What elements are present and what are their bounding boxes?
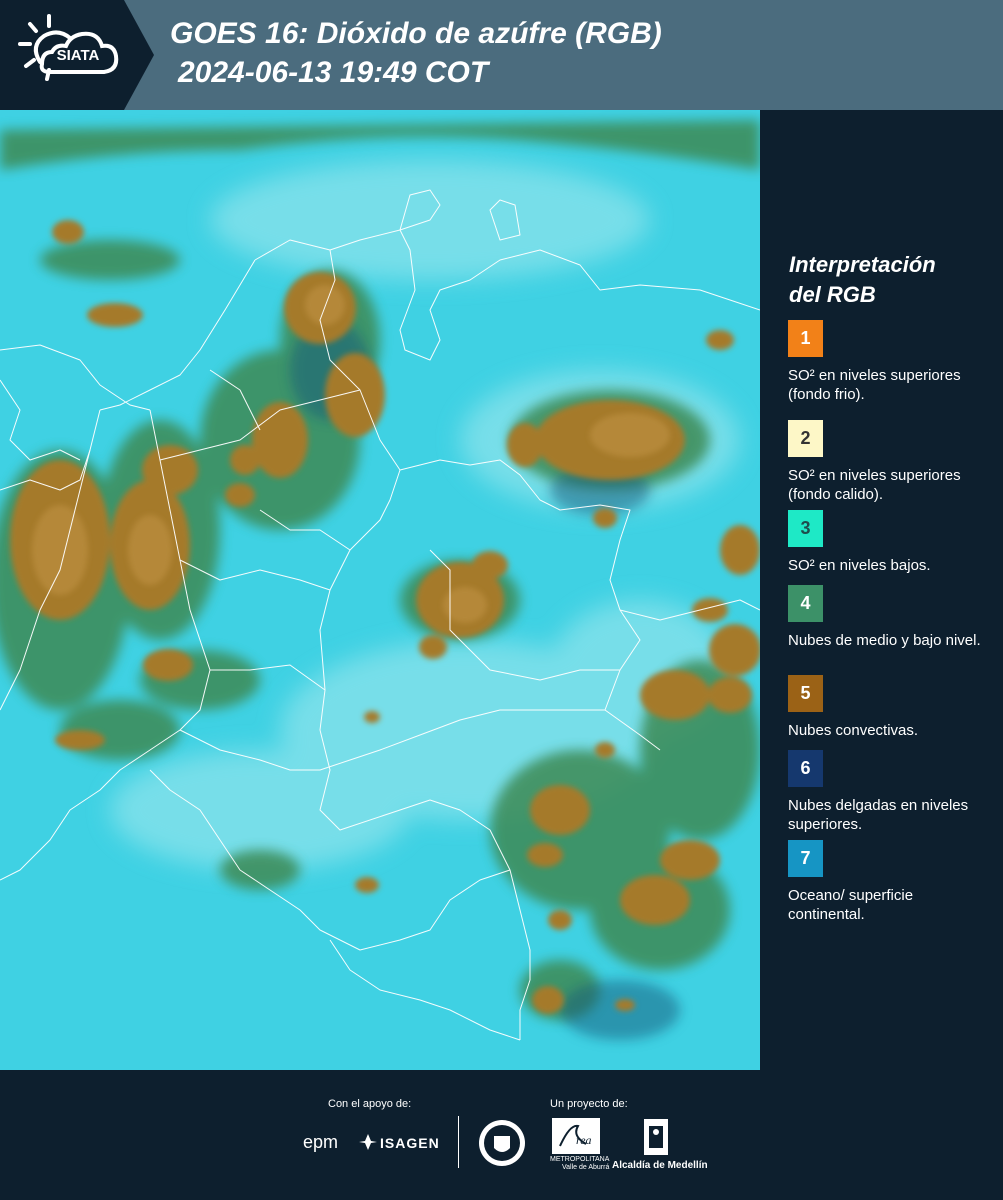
legend-swatch: 6: [788, 750, 823, 787]
legend-title-line2: del RGB: [789, 282, 876, 307]
legend-label: Oceano/ superficie continental.: [788, 887, 914, 923]
legend-swatch: 7: [788, 840, 823, 877]
legend-item: 3 SO² en niveles bajos.: [788, 510, 993, 575]
legend-title: Interpretación del RGB: [789, 250, 999, 310]
timestamp: 2024-06-13 19:49 COT: [178, 56, 489, 89]
legend-item: 5 Nubes convectivas.: [788, 675, 993, 740]
siata-logo: SIATA: [0, 0, 154, 110]
legend-swatch: 1: [788, 320, 823, 357]
legend-label: Nubes de medio y bajo nivel.: [788, 632, 981, 649]
legend-item: 4 Nubes de medio y bajo nivel.: [788, 585, 993, 650]
legend-label: SO² en niveles superiores (fondo frio).: [788, 367, 961, 403]
medellin-shield-icon: [644, 1119, 668, 1155]
epm-logo: epm: [303, 1132, 339, 1152]
legend-label: SO² en niveles superiores (fondo calido)…: [788, 467, 961, 503]
seal-icon: [479, 1120, 525, 1166]
legend-item: 6 Nubes delgadas en niveles superiores.: [788, 750, 993, 834]
legend-label: Nubes convectivas.: [788, 722, 919, 739]
project-label: Un proyecto de:: [550, 1098, 628, 1110]
satellite-map: [0, 110, 760, 1070]
legend-swatch: 4: [788, 585, 823, 622]
legend-label: SO² en niveles bajos.: [788, 557, 931, 574]
legend-item: 2 SO² en niveles superiores (fondo calido…: [788, 420, 993, 504]
legend-panel: Interpretación del RGB 1 SO² en niveles s…: [760, 110, 1003, 1070]
svg-text:rea: rea: [576, 1133, 592, 1147]
alcaldia-logo-text: Alcaldía de Medellín: [612, 1160, 708, 1171]
legend-swatch: 2: [788, 420, 823, 457]
isagen-icon: [359, 1134, 377, 1150]
logo-text: SIATA: [57, 47, 100, 64]
page-title: GOES 16: Dióxido de azúfre (RGB): [170, 17, 662, 50]
legend-item: 7 Oceano/ superficie continental.: [788, 840, 993, 924]
partner1-sub: METROPOLITANA: [550, 1156, 610, 1163]
support-label: Con el apoyo de:: [328, 1098, 412, 1110]
footer: Con el apoyo de: Un proyecto de: epm ISA…: [0, 1070, 1003, 1200]
header-bar: SIATA GOES 16: Dióxido de azúfre (RGB) 2…: [0, 0, 1003, 110]
legend-swatch: 5: [788, 675, 823, 712]
legend-label: Nubes delgadas en niveles superiores.: [788, 797, 969, 833]
legend-title-line1: Interpretación: [789, 252, 936, 277]
legend-item: 1 SO² en niveles superiores (fondo frio).: [788, 320, 993, 404]
legend-swatch: 3: [788, 510, 823, 547]
footer-divider: [458, 1116, 459, 1168]
partner1-sub2: Valle de Aburrá: [562, 1164, 610, 1171]
isagen-logo: ISAGEN: [380, 1135, 440, 1151]
area-metropolitana-logo: rea: [552, 1118, 600, 1154]
